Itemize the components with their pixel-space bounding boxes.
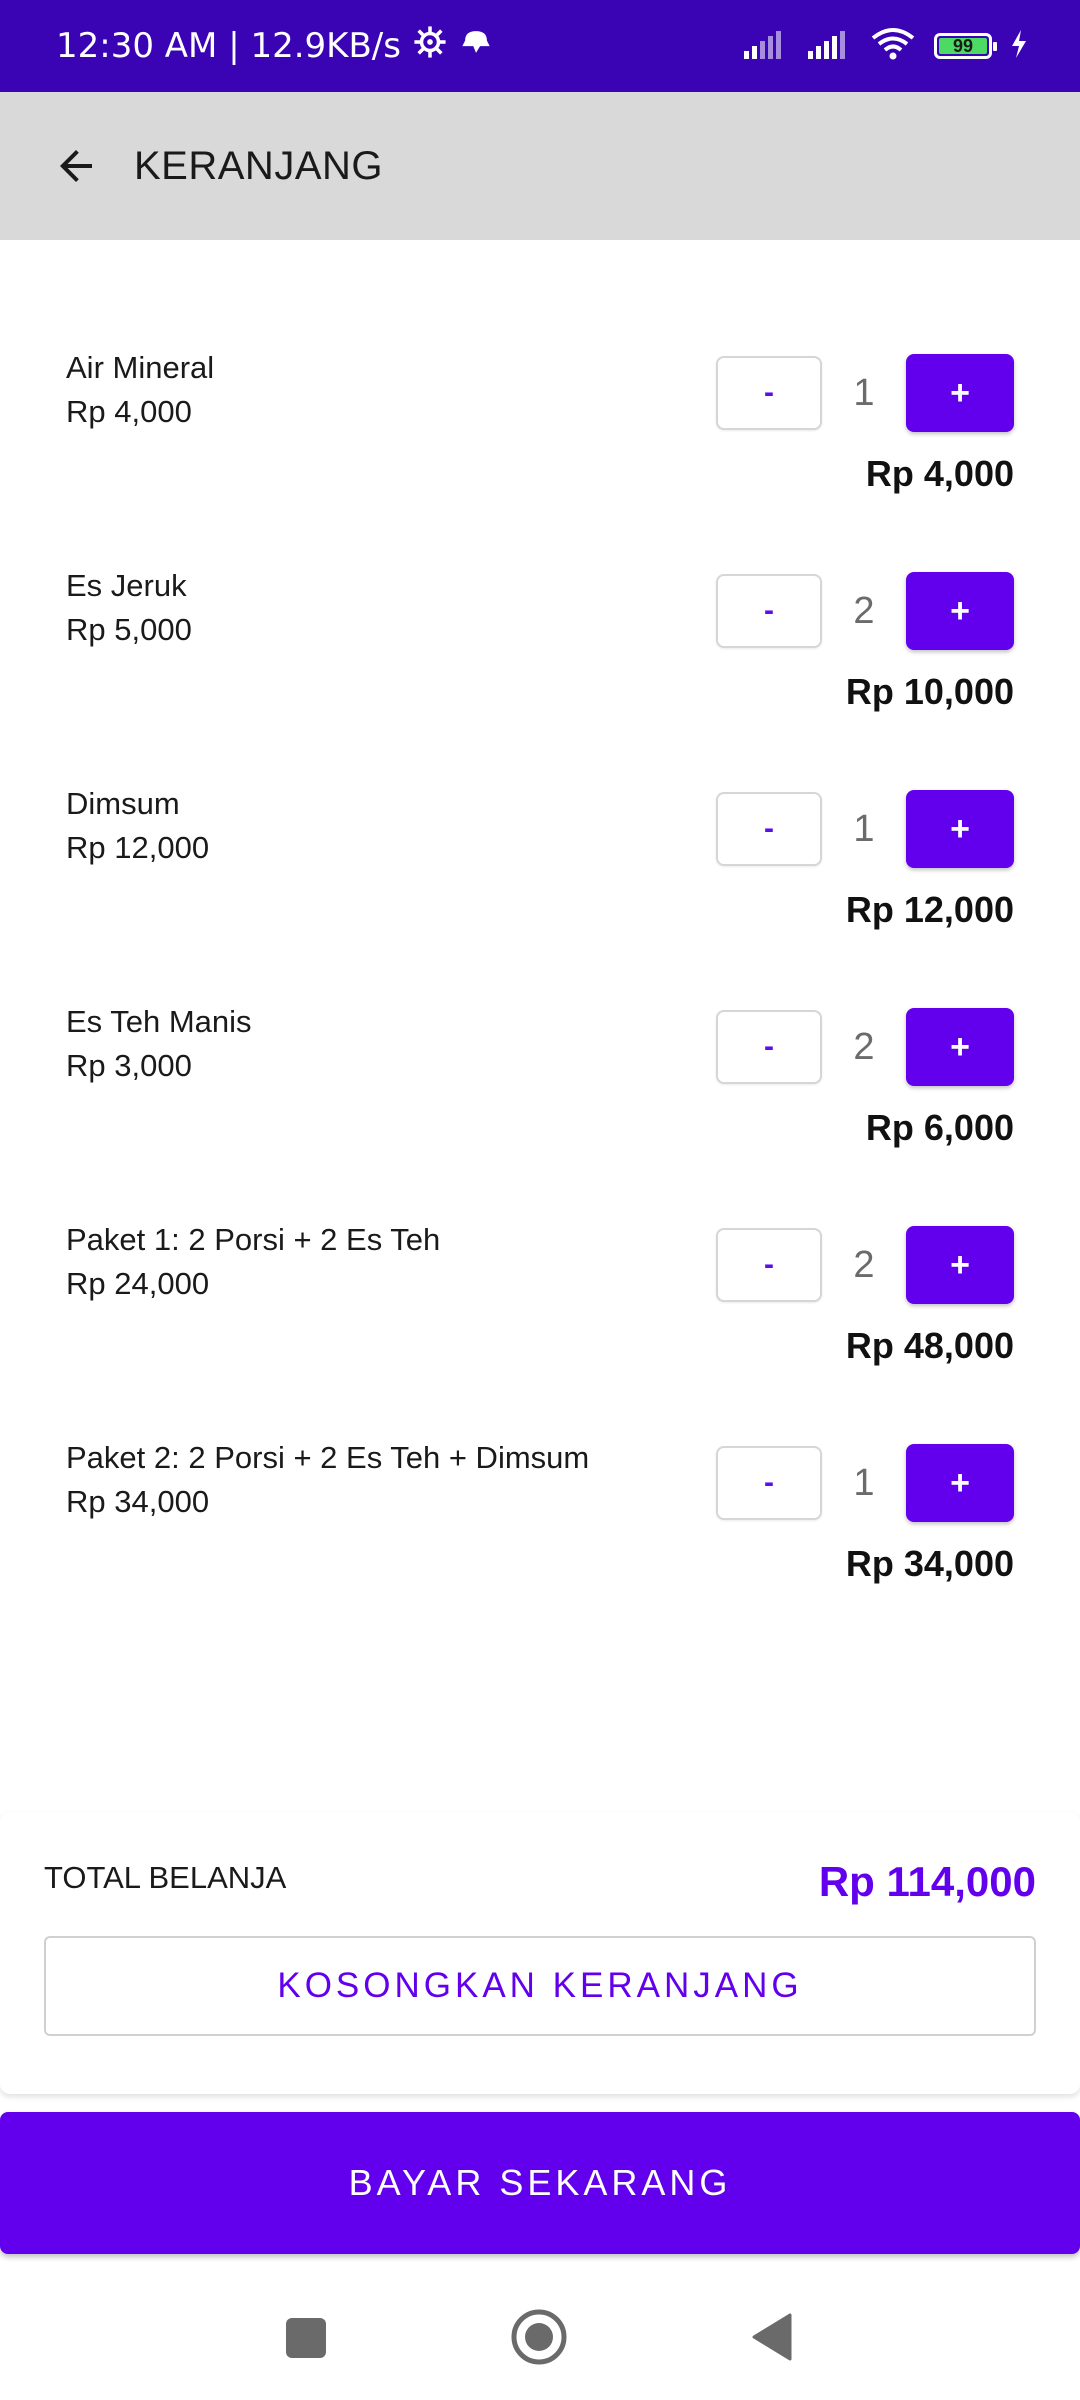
item-subtotal: Rp 48,000: [845, 1325, 1014, 1366]
item-price: Rp 34,000: [66, 1484, 210, 1519]
home-icon[interactable]: [510, 2308, 568, 2366]
increase-button[interactable]: +: [906, 1226, 1014, 1304]
status-time: 12:30 AM | 12.9KB/s: [56, 26, 401, 66]
navigation-bar: [0, 2268, 1080, 2400]
item-name: Es Jeruk: [66, 568, 187, 603]
item-name: Paket 1: 2 Porsi + 2 Es Teh: [66, 1222, 441, 1257]
increase-button[interactable]: +: [906, 572, 1014, 650]
pay-now-button[interactable]: BAYAR SEKARANG: [0, 2112, 1080, 2254]
quantity-value: 2: [853, 1243, 875, 1286]
page-title: KERANJANG: [134, 143, 383, 188]
recents-icon[interactable]: [286, 2318, 326, 2358]
quantity-stepper: - 2 +: [716, 1226, 1014, 1304]
total-value: Rp 114,000: [818, 1858, 1036, 1905]
cart-item: Es Teh Manis Rp 3,000 - 2 + Rp 6,000: [0, 1004, 1080, 1222]
increase-button[interactable]: +: [906, 790, 1014, 868]
decrease-button[interactable]: -: [716, 792, 822, 866]
item-price: Rp 12,000: [66, 830, 210, 865]
quantity-value: 1: [853, 807, 875, 850]
clear-cart-button[interactable]: KOSONGKAN KERANJANG: [44, 1936, 1036, 2036]
decrease-button[interactable]: -: [716, 1228, 822, 1302]
decrease-button[interactable]: -: [716, 356, 822, 430]
summary-card: TOTAL BELANJA Rp 114,000 KOSONGKAN KERAN…: [0, 1812, 1080, 2094]
quantity-stepper: - 2 +: [716, 572, 1014, 650]
item-name: Dimsum: [66, 786, 180, 821]
cart-list: Air Mineral Rp 4,000 - 1 + Rp 4,000 Es J…: [0, 240, 1080, 1658]
cart-item: Paket 2: 2 Porsi + 2 Es Teh + Dimsum Rp …: [0, 1440, 1080, 1658]
quantity-stepper: - 1 +: [716, 1444, 1014, 1522]
decrease-button[interactable]: -: [716, 1010, 822, 1084]
cart-item: Air Mineral Rp 4,000 - 1 + Rp 4,000: [0, 350, 1080, 568]
cart-item: Paket 1: 2 Porsi + 2 Es Teh Rp 24,000 - …: [0, 1222, 1080, 1440]
item-name: Es Teh Manis: [66, 1004, 252, 1039]
decrease-button[interactable]: -: [716, 574, 822, 648]
increase-button[interactable]: +: [906, 1008, 1014, 1086]
item-name: Paket 2: 2 Porsi + 2 Es Teh + Dimsum: [66, 1440, 590, 1475]
quantity-stepper: - 1 +: [716, 354, 1014, 432]
status-left: 12:30 AM | 12.9KB/s: [56, 0, 493, 92]
decrease-button[interactable]: -: [716, 1446, 822, 1520]
item-subtotal: Rp 6,000: [865, 1107, 1014, 1148]
quantity-stepper: - 1 +: [716, 790, 1014, 868]
quantity-value: 2: [853, 589, 875, 632]
signal-icon-2: [806, 29, 852, 64]
settings-icon: [413, 25, 447, 68]
item-subtotal: Rp 4,000: [865, 453, 1014, 494]
battery-level: 99: [952, 35, 974, 56]
quantity-value: 1: [853, 1461, 875, 1504]
item-price: Rp 4,000: [66, 394, 192, 429]
item-name: Air Mineral: [66, 350, 215, 385]
status-bar: 12:30 AM | 12.9KB/s 99: [0, 0, 1080, 92]
charging-icon: [1010, 29, 1028, 64]
item-subtotal: Rp 34,000: [845, 1543, 1014, 1584]
notification-icon: [459, 26, 493, 66]
quantity-stepper: - 2 +: [716, 1008, 1014, 1086]
battery-icon: 99: [934, 33, 997, 59]
cart-item: Es Jeruk Rp 5,000 - 2 + Rp 10,000: [0, 568, 1080, 786]
increase-button[interactable]: +: [906, 1444, 1014, 1522]
quantity-value: 1: [853, 371, 875, 414]
item-price: Rp 3,000: [66, 1048, 192, 1083]
item-price: Rp 5,000: [66, 612, 192, 647]
total-label: TOTAL BELANJA: [44, 1860, 287, 1895]
arrow-back-icon[interactable]: [46, 136, 106, 196]
cart-item: Dimsum Rp 12,000 - 1 + Rp 12,000: [0, 786, 1080, 1004]
status-right: 99: [742, 0, 1028, 92]
item-subtotal: Rp 10,000: [845, 671, 1014, 712]
app-bar: KERANJANG: [0, 92, 1080, 240]
signal-icon: [742, 29, 788, 64]
increase-button[interactable]: +: [906, 354, 1014, 432]
quantity-value: 2: [853, 1025, 875, 1068]
item-price: Rp 24,000: [66, 1266, 210, 1301]
back-nav-icon[interactable]: [750, 2312, 794, 2362]
item-subtotal: Rp 12,000: [845, 889, 1014, 930]
wifi-icon: [870, 27, 916, 66]
